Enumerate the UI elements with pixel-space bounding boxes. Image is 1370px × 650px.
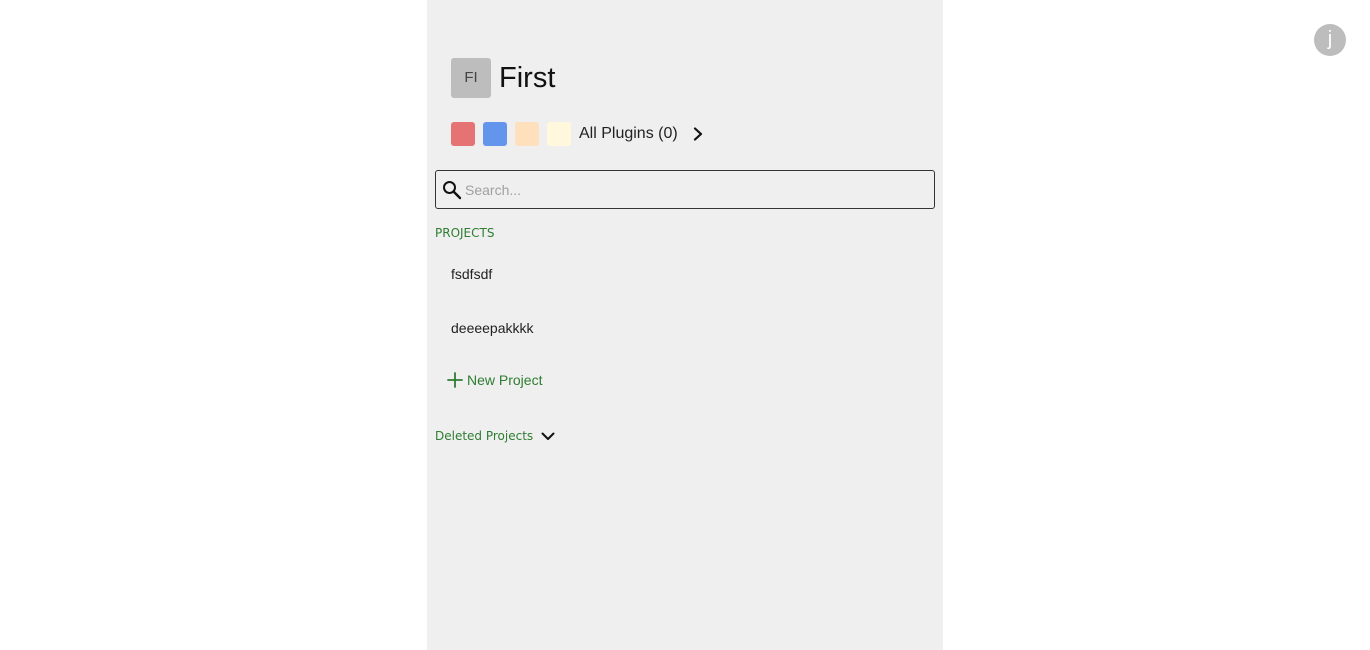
workspace-panel: FI First All Plugins (0) PROJECTS fsdfsd… bbox=[427, 0, 943, 650]
search-box bbox=[435, 170, 935, 209]
workspace-avatar[interactable]: FI bbox=[451, 58, 491, 98]
projects-section-label: PROJECTS bbox=[435, 226, 495, 240]
chevron-right-icon[interactable] bbox=[690, 126, 706, 142]
workspace-header: FI First bbox=[451, 58, 555, 98]
new-project-label: New Project bbox=[467, 372, 543, 388]
search-input[interactable] bbox=[464, 174, 925, 205]
project-item-fsdfsdf[interactable]: fsdfsdf bbox=[451, 266, 492, 282]
search-icon bbox=[442, 179, 464, 201]
plugin-swatch-red[interactable] bbox=[451, 122, 475, 146]
plugin-swatch-cream[interactable] bbox=[547, 122, 571, 146]
project-item-deeeepakkkk[interactable]: deeeepakkkk bbox=[451, 320, 534, 336]
deleted-projects-label: Deleted Projects bbox=[435, 429, 534, 443]
new-project-button[interactable]: New Project bbox=[447, 372, 542, 388]
plugin-swatch-peach[interactable] bbox=[515, 122, 539, 146]
plus-icon bbox=[447, 372, 463, 388]
chevron-down-icon bbox=[541, 428, 557, 444]
all-plugins-link[interactable]: All Plugins (0) bbox=[579, 125, 678, 143]
user-avatar[interactable]: j bbox=[1314, 24, 1346, 56]
plugin-swatch-blue[interactable] bbox=[483, 122, 507, 146]
workspace-name: First bbox=[499, 61, 556, 94]
deleted-projects-toggle[interactable]: Deleted Projects bbox=[435, 428, 557, 444]
plugins-row: All Plugins (0) bbox=[451, 122, 706, 146]
